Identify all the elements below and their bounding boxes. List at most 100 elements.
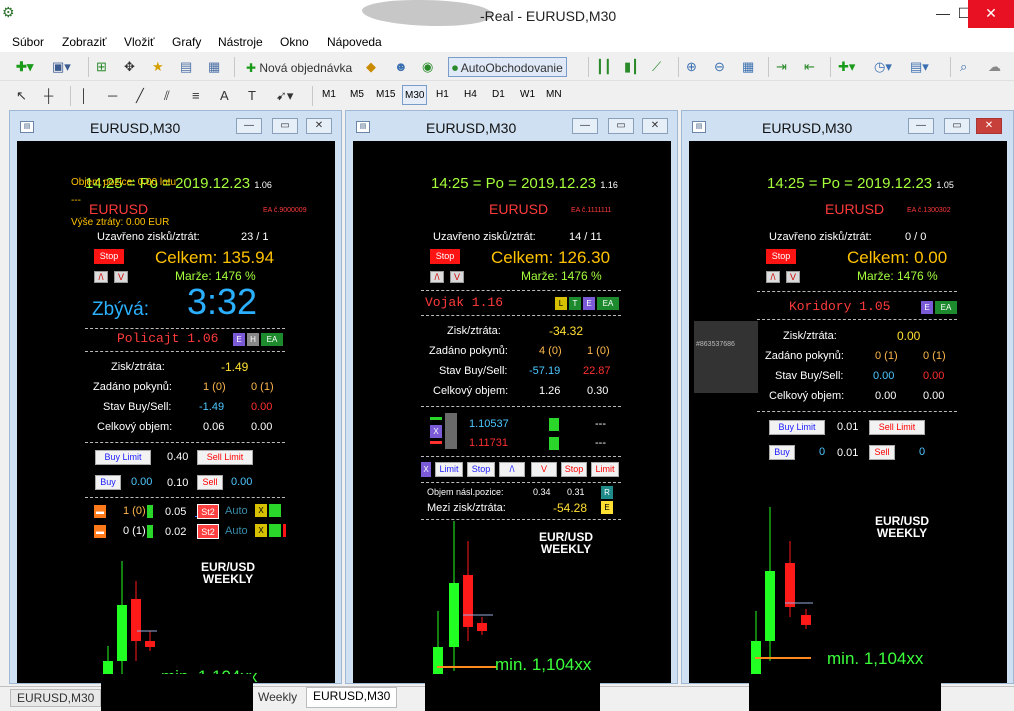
terminal-icon[interactable]: ▤ <box>180 57 192 77</box>
chart-area[interactable]: 14:25 = Po = 2019.12.23 1.05 EURUSD EA č… <box>689 141 1007 683</box>
menu-view[interactable]: Zobraziť <box>62 35 107 49</box>
periods-icon[interactable]: ◷▾ <box>874 57 892 77</box>
line-chart-icon[interactable]: ⟋ <box>652 57 661 77</box>
navigator-icon[interactable]: ★ <box>152 57 164 77</box>
trendline-icon[interactable]: ╱ <box>136 86 144 106</box>
window-title: -Real - EURUSD,M30 <box>480 8 617 24</box>
new-chart-icon[interactable]: ✚▾ <box>16 57 33 77</box>
chart-area[interactable]: 14:25 = Po = 2019.12.23 1.06 Objem pozic… <box>17 141 335 683</box>
timeframe-h4[interactable]: H4 <box>462 85 479 105</box>
menu-window[interactable]: Okno <box>280 35 309 49</box>
candle-3-body <box>463 575 473 627</box>
tile-windows-icon[interactable]: ▦ <box>742 57 754 77</box>
bar-chart-icon[interactable]: ┃┃ <box>596 57 612 77</box>
profiles-icon[interactable]: ▣▾ <box>52 57 71 77</box>
timeframe-m15[interactable]: M15 <box>374 85 397 105</box>
new-order-icon: ✚ <box>246 61 260 75</box>
tab-chart-3[interactable]: EURUSD,M30 <box>306 687 398 708</box>
zoom-in-icon[interactable]: ⊕ <box>686 57 697 77</box>
menu-help[interactable]: Nápoveda <box>327 35 382 49</box>
candles-2 <box>433 521 493 683</box>
close-button[interactable]: ✕ <box>968 0 1014 28</box>
overlay-box-3b <box>749 676 941 711</box>
chart-minimize-button[interactable]: — <box>908 118 934 134</box>
chart-window-title: EURUSD,M30 <box>90 120 181 136</box>
standard-toolbar: ✚▾ ▣▾ ⊞ ✥ ★ ▤ ▦ ✚ Nová objednávka ◆ ☻ ◉ … <box>0 53 1014 81</box>
metaeditor-icon[interactable]: ◆ <box>366 57 376 77</box>
timeframe-m30[interactable]: M30 <box>402 85 428 105</box>
candles-svg <box>751 507 813 683</box>
min-price-line <box>755 657 811 659</box>
candle-2-body <box>117 605 127 661</box>
drawing-toolbar: ↖ ┼ │ ─ ╱ ⫽ ≡ A T ➹▾ M1 M5 M15 M30 H1 H4… <box>0 82 1014 108</box>
timeframe-mn[interactable]: MN <box>544 85 564 105</box>
menu-file[interactable]: Súbor <box>12 35 44 49</box>
chart-window-icon: ▤ <box>356 121 370 133</box>
candle-3-body <box>131 599 141 641</box>
chart-close-button[interactable]: ✕ <box>642 118 668 134</box>
indicators-icon[interactable]: ✚▾ <box>838 57 855 77</box>
timeframe-m1[interactable]: M1 <box>320 85 338 105</box>
chart-window-icon: ▤ <box>692 121 706 133</box>
timeframe-h1[interactable]: H1 <box>434 85 451 105</box>
market-icon[interactable]: ◉ <box>422 57 433 77</box>
chart-window-titlebar[interactable]: ▤ EURUSD,M30 — ▭ ✕ <box>682 111 1013 141</box>
chart-window-3[interactable]: ▤ EURUSD,M30 — ▭ ✕ 14:25 = Po = 2019.12.… <box>681 110 1014 684</box>
text-label-icon[interactable]: T <box>248 86 256 106</box>
strategy-tester-icon[interactable]: ▦ <box>208 57 220 77</box>
chart-shift-icon[interactable]: ⇤ <box>804 57 815 77</box>
chart-window-1[interactable]: ▤ EURUSD,M30 — ▭ ✕ 14:25 = Po = 2019.12.… <box>9 110 342 684</box>
min-price-label: min. 1,104xx <box>495 655 592 674</box>
chart-window-title: EURUSD,M30 <box>762 120 853 136</box>
horizontal-line-icon[interactable]: ─ <box>108 86 117 106</box>
new-order-label: Nová objednávka <box>259 61 353 75</box>
chart-window-icon: ▤ <box>20 121 34 133</box>
menu-insert[interactable]: Vložiť <box>124 35 155 49</box>
market-watch-icon[interactable]: ⊞ <box>96 57 107 77</box>
candlestick-icon[interactable]: ▮┃ <box>624 57 639 77</box>
candle-4-body <box>801 615 811 625</box>
autotrading-button[interactable]: ⏺ AutoObchodovanie <box>448 57 567 77</box>
min-price-label: min. 1,104xx <box>827 649 924 668</box>
timeframe-d1[interactable]: D1 <box>490 85 507 105</box>
candles-svg <box>433 521 493 683</box>
fibonacci-icon[interactable]: ≡ <box>192 86 200 106</box>
redacted-title-part <box>362 0 492 26</box>
chart-maximize-button[interactable]: ▭ <box>272 118 298 134</box>
chart-window-titlebar[interactable]: ▤ EURUSD,M30 — ▭ ✕ <box>346 111 677 141</box>
chat-icon[interactable]: ☁ <box>988 57 1001 77</box>
search-icon[interactable]: ⌕ <box>960 57 967 77</box>
crosshair-icon[interactable]: ┼ <box>44 86 53 106</box>
chart-close-button[interactable]: ✕ <box>976 118 1002 134</box>
arrows-icon[interactable]: ➹▾ <box>276 86 293 106</box>
tab-weekly[interactable]: Weekly <box>252 689 303 707</box>
text-icon[interactable]: A <box>220 86 229 106</box>
candle-2-body <box>765 571 775 641</box>
chart-window-2[interactable]: ▤ EURUSD,M30 — ▭ ✕ 14:25 = Po = 2019.12.… <box>345 110 678 684</box>
menu-tools[interactable]: Nástroje <box>218 35 263 49</box>
timeframe-w1[interactable]: W1 <box>518 85 537 105</box>
tab-chart-1[interactable]: EURUSD,M30 <box>10 689 102 707</box>
templates-icon[interactable]: ▤▾ <box>910 57 929 77</box>
vertical-line-icon[interactable]: │ <box>80 86 88 106</box>
chart-area[interactable]: 14:25 = Po = 2019.12.23 1.16 EURUSD EA č… <box>353 141 671 683</box>
chart-window-titlebar[interactable]: ▤ EURUSD,M30 — ▭ ✕ <box>10 111 341 141</box>
data-window-icon[interactable]: ✥ <box>124 57 135 77</box>
autoscroll-icon[interactable]: ⇥ <box>776 57 787 77</box>
chart-window-title: EURUSD,M30 <box>426 120 517 136</box>
app-icon: ⚙ <box>2 4 15 20</box>
chart-close-button[interactable]: ✕ <box>306 118 332 134</box>
signals-icon[interactable]: ☻ <box>394 57 408 77</box>
new-order-button[interactable]: ✚ Nová objednávka <box>242 57 356 77</box>
zoom-out-icon[interactable]: ⊖ <box>714 57 725 77</box>
timeframe-m5[interactable]: M5 <box>348 85 366 105</box>
cursor-icon[interactable]: ↖ <box>16 86 27 106</box>
chart-maximize-button[interactable]: ▭ <box>944 118 970 134</box>
menu-charts[interactable]: Grafy <box>172 35 201 49</box>
chart-maximize-button[interactable]: ▭ <box>608 118 634 134</box>
chart-minimize-button[interactable]: — <box>236 118 262 134</box>
autotrading-icon: ⏺ <box>452 61 461 75</box>
chart-minimize-button[interactable]: — <box>572 118 598 134</box>
title-bar: ⚙ -Real - EURUSD,M30 — ☐ ✕ <box>0 0 1014 32</box>
equidistant-channel-icon[interactable]: ⫽ <box>164 86 170 106</box>
